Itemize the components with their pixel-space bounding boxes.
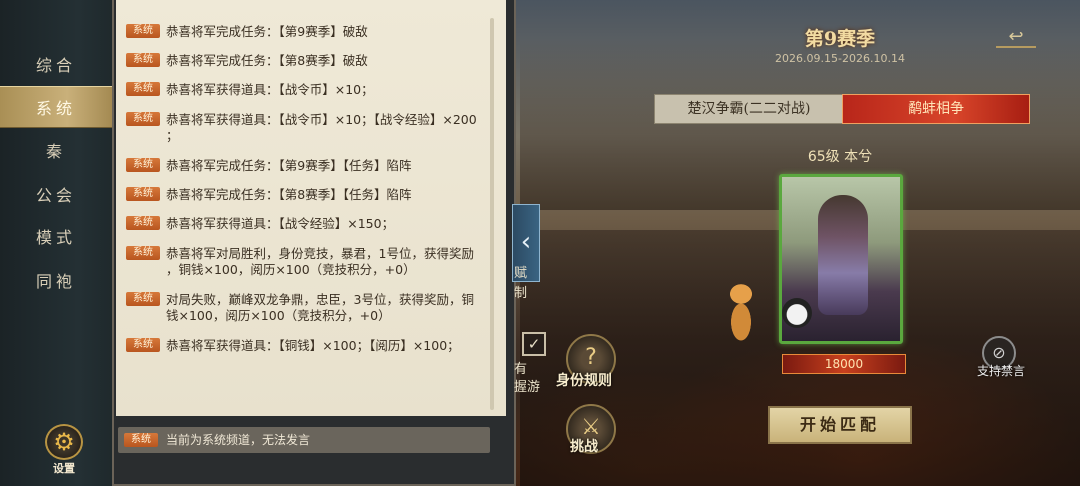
chat-message: 系统 恭喜将军完成任务：【第9赛季】【任务】陷阵 xyxy=(126,158,492,174)
chat-panel: 系统 恭喜将军完成任务：【第9赛季】破敌 系统 恭喜将军完成任务：【第8赛季】破… xyxy=(112,0,516,486)
settings-button[interactable]: ⚙ 设置 xyxy=(40,424,88,475)
back-button[interactable]: ↩ xyxy=(996,28,1036,48)
channel-tab-guild[interactable]: 公会 xyxy=(0,174,112,214)
start-match-button[interactable]: 开始匹配 xyxy=(768,406,912,444)
mute-support-label: 支持禁言 xyxy=(976,364,1025,378)
panda-mascot xyxy=(782,298,812,328)
system-tag-badge: 系统 xyxy=(126,187,160,201)
chat-message: 系统 恭喜将军完成任务：【第9赛季】破敌 xyxy=(126,24,492,40)
score-display: 18000 xyxy=(782,354,906,374)
system-tag-badge: 系统 xyxy=(126,158,160,172)
mode-tab-chuhan[interactable]: 楚汉争霸(二二对战) xyxy=(654,94,844,124)
system-tag-badge: 系统 xyxy=(126,112,160,126)
challenge-label: 挑战 xyxy=(570,439,598,455)
chat-message-text: 恭喜将军获得道具：【战令币】×10；【战令经验】×200 ； xyxy=(166,112,477,143)
system-tag-badge: 系统 xyxy=(126,82,160,96)
side-text-fragment: 握游 xyxy=(514,380,541,395)
help-card-icon: ? xyxy=(585,345,597,370)
chat-message-text: 对局失败，巅峰双龙争鼎，忠臣，3号位，获得奖励，铜 钱×100，阅历×100（竞… xyxy=(166,292,474,323)
channel-tab-comrades[interactable]: 同袍 xyxy=(0,260,112,300)
identity-rules-label: 身份规则 xyxy=(556,373,612,389)
mute-chat-icon: ⊘ xyxy=(992,343,1006,362)
gear-icon: ⚙ xyxy=(45,424,83,460)
chat-message: 系统 恭喜将军对局胜利，身份竞技，暴君，1号位，获得奖励 ，铜钱×100，阅历×… xyxy=(126,246,492,278)
chat-input-hint: 当前为系统频道，无法发言 xyxy=(166,433,311,447)
chat-message: 系统 恭喜将军获得道具：【铜钱】×100；【阅历】×100； xyxy=(126,338,492,354)
chat-channel-sidebar: 综合 系统 秦 公会 模式 同袍 ⚙ 设置 xyxy=(0,0,113,486)
channel-tab-general[interactable]: 综合 xyxy=(0,44,112,84)
chat-message-list[interactable]: 系统 恭喜将军完成任务：【第9赛季】破敌 系统 恭喜将军完成任务：【第8赛季】破… xyxy=(116,0,506,416)
chat-message-text: 恭喜将军获得道具：【战令币】×10； xyxy=(166,82,374,97)
side-text-fragment: 制 xyxy=(514,286,528,301)
chat-message: 系统 恭喜将军完成任务：【第8赛季】【任务】陷阵 xyxy=(126,187,492,203)
return-arrow-icon: ↩ xyxy=(1008,26,1024,47)
chevron-left-icon: ‹ xyxy=(520,227,532,257)
channel-tab-qin[interactable]: 秦 xyxy=(0,130,112,170)
hero-portrait xyxy=(818,195,868,315)
system-tag-badge: 系统 xyxy=(126,246,160,260)
chat-message-text: 恭喜将军对局胜利，身份竞技，暴君，1号位，获得奖励 ，铜钱×100，阅历×100… xyxy=(166,246,474,277)
system-tag-badge: 系统 xyxy=(124,433,158,447)
chat-message: 系统 对局失败，巅峰双龙争鼎，忠臣，3号位，获得奖励，铜 钱×100，阅历×10… xyxy=(126,292,492,324)
chat-message: 系统 恭喜将军完成任务：【第8赛季】破敌 xyxy=(126,53,492,69)
channel-tab-system[interactable]: 系统 xyxy=(0,86,112,128)
chat-message: 系统 恭喜将军获得道具：【战令经验】×150； xyxy=(126,216,492,232)
system-tag-badge: 系统 xyxy=(126,338,160,352)
chat-message: 系统 恭喜将军获得道具：【战令币】×10；【战令经验】×200 ； xyxy=(126,112,492,144)
mode-tab-yubang[interactable]: 鹬蚌相争 xyxy=(842,94,1030,124)
side-text-fragment: 有 xyxy=(514,362,528,377)
chat-message: 系统 恭喜将军获得道具：【战令币】×10； xyxy=(126,82,492,98)
settings-label: 设置 xyxy=(53,462,75,475)
chat-message-text: 恭喜将军获得道具：【战令经验】×150； xyxy=(166,216,395,231)
chat-scrollbar[interactable] xyxy=(490,18,494,410)
chat-message-text: 恭喜将军完成任务：【第8赛季】破敌 xyxy=(166,53,368,68)
side-text-fragment: 赋 xyxy=(514,266,528,281)
hero-level-label: 65级 本兮 xyxy=(807,149,873,165)
chat-message-text: 恭喜将军完成任务：【第9赛季】【任务】陷阵 xyxy=(166,158,412,173)
option-checkbox[interactable]: ✓ xyxy=(522,332,546,356)
system-tag-badge: 系统 xyxy=(126,53,160,67)
season-dates: 2026.09.15-2026.10.14 xyxy=(775,52,905,65)
dog-mascot xyxy=(722,278,760,344)
chat-input-bar[interactable]: 系统 当前为系统频道，无法发言 xyxy=(118,427,490,453)
chat-message-text: 恭喜将军完成任务：【第9赛季】破敌 xyxy=(166,24,368,39)
chat-message-text: 恭喜将军获得道具：【铜钱】×100；【阅历】×100； xyxy=(166,338,460,353)
system-tag-badge: 系统 xyxy=(126,216,160,230)
channel-tab-mode[interactable]: 模式 xyxy=(0,216,112,256)
chat-message-text: 恭喜将军完成任务：【第8赛季】【任务】陷阵 xyxy=(166,187,412,202)
season-title: 第9赛季 xyxy=(804,28,876,50)
system-tag-badge: 系统 xyxy=(126,24,160,38)
system-tag-badge: 系统 xyxy=(126,292,160,306)
